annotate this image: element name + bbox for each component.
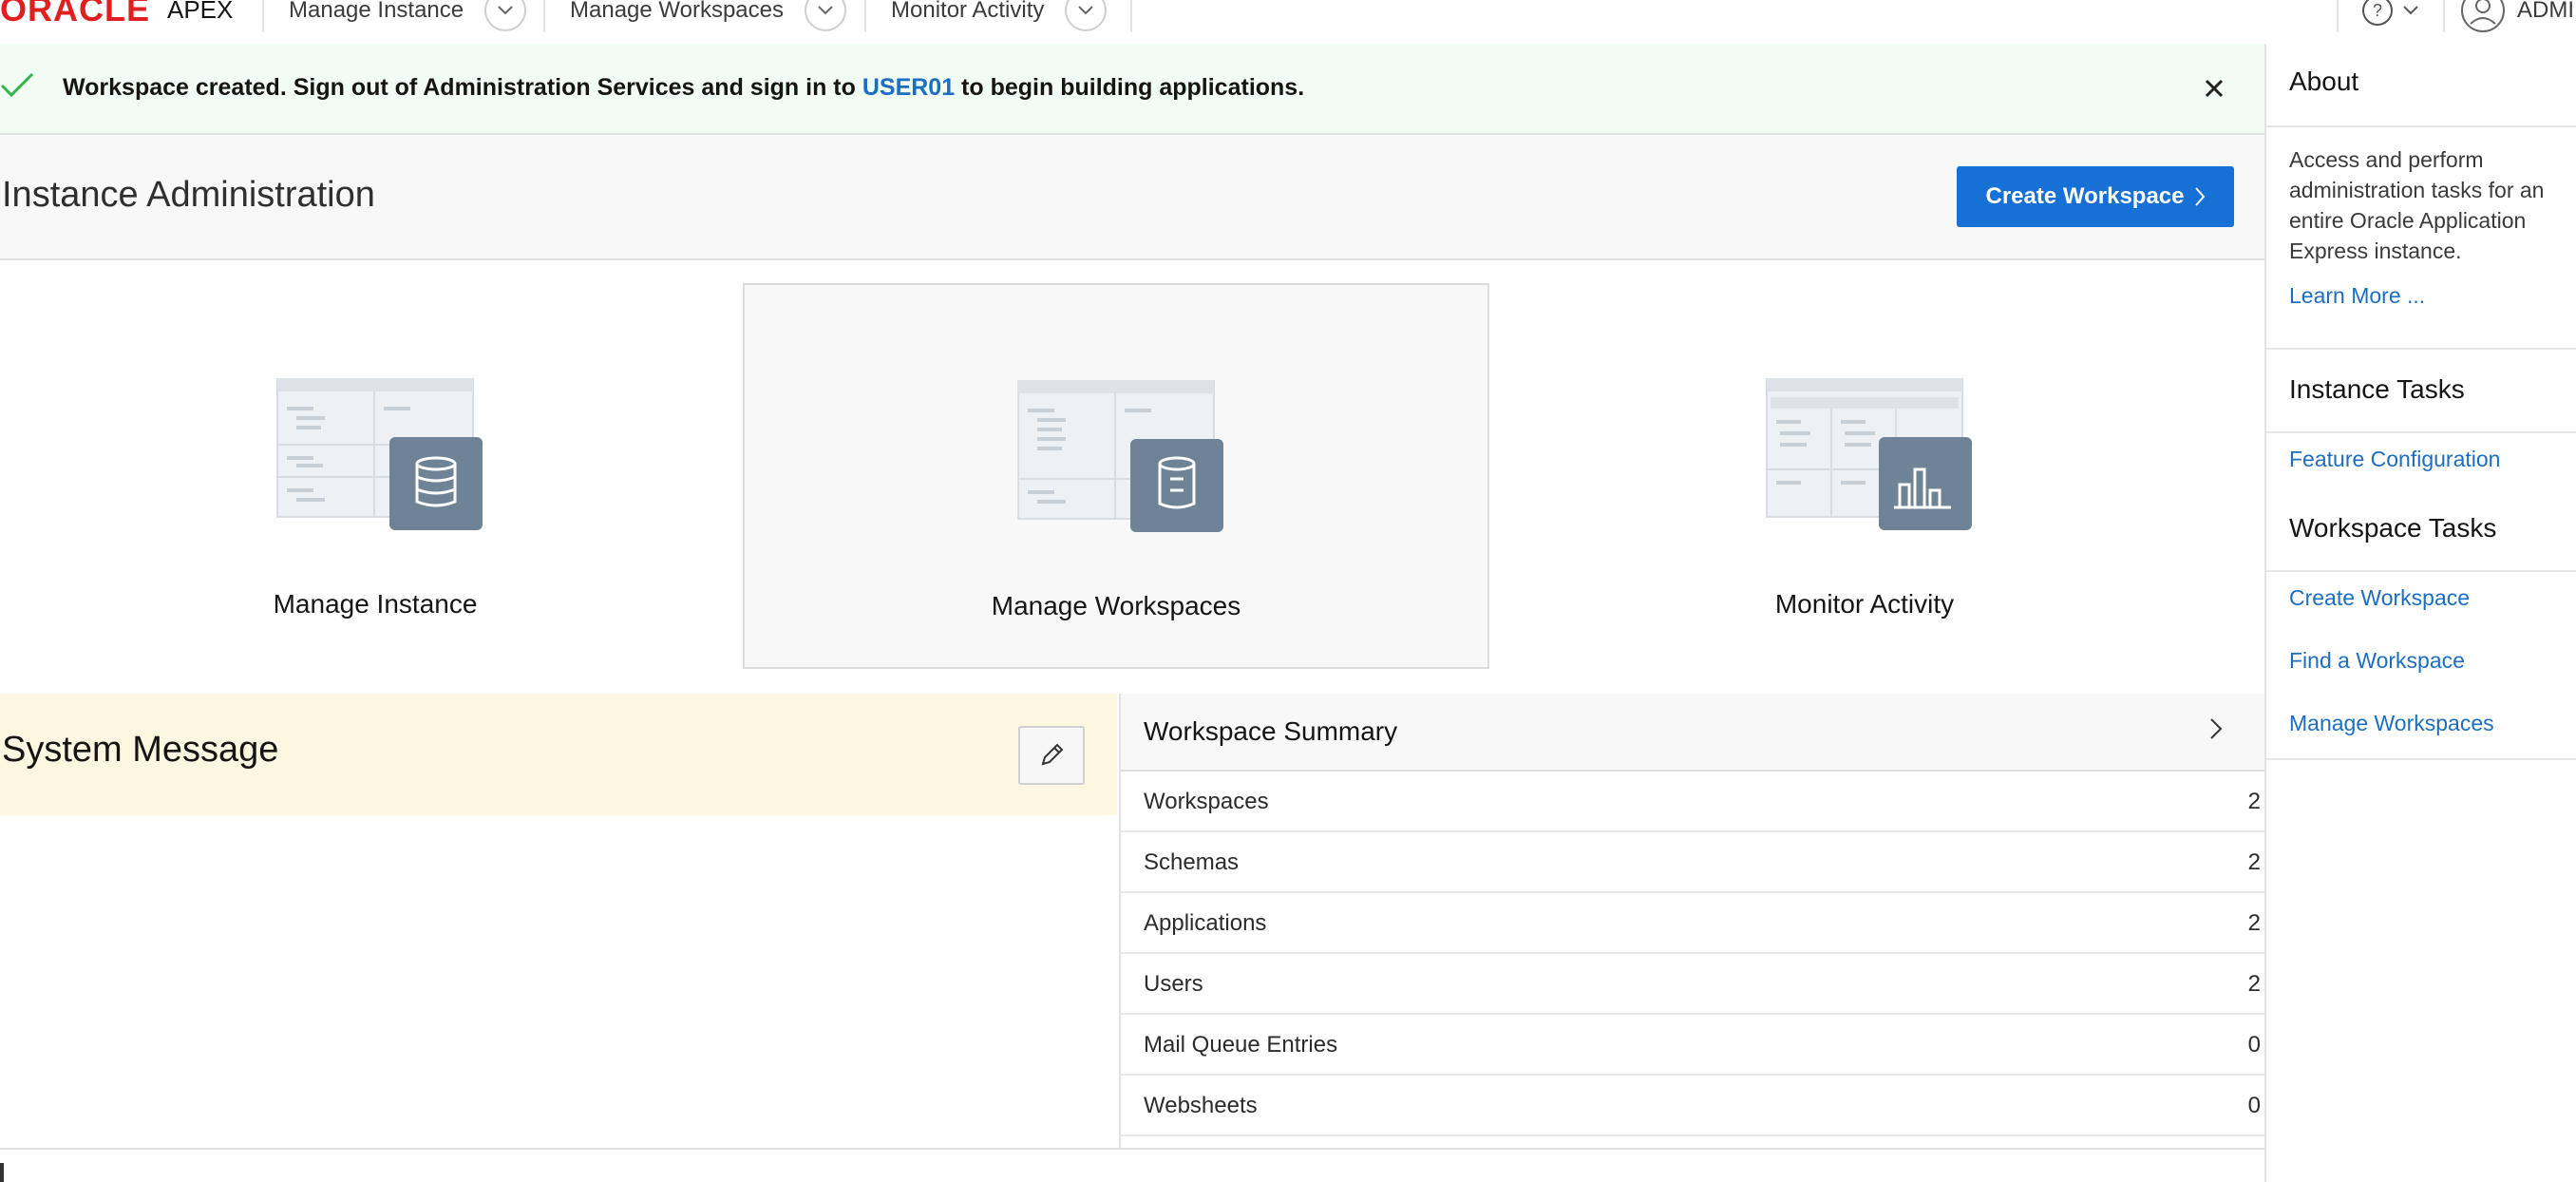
oracle-logo: ORACLE [0,0,150,29]
workspace-summary-header[interactable]: Workspace Summary [1121,694,2264,772]
chevron-down-icon[interactable] [484,0,527,31]
nav-manage-instance-label: Manage Instance [289,0,464,23]
nav-manage-workspaces-label: Manage Workspaces [570,0,784,23]
nav-divider [1130,0,1132,32]
system-message-region: System Message [0,694,1117,815]
chevron-down-icon[interactable] [805,0,846,31]
help-icon[interactable]: ? [2361,0,2394,27]
card-monitor-activity-label: Monitor Activity [1774,589,1955,619]
nav-manage-instance[interactable]: Manage Instance [262,0,545,32]
nav-monitor-activity[interactable]: Monitor Activity [864,0,1126,32]
summary-row-workspaces: Workspaces 2 [1121,772,2264,832]
region-divider [0,1148,2264,1150]
check-icon [0,72,34,98]
system-message-title: System Message [2,730,279,770]
about-title: About [2289,67,2359,96]
page-header: Instance Administration Create Workspace [0,135,2264,260]
sidebar-divider [2266,570,2576,572]
bar-chart-icon [1766,378,1972,530]
summary-row-schemas: Schemas 2 [1121,832,2264,893]
sidebar-divider [2266,125,2576,127]
instance-tasks-title: Instance Tasks [2289,374,2465,404]
manage-workspaces-link[interactable]: Manage Workspaces [2289,711,2494,736]
success-message: Workspace created. Sign out of Administr… [63,74,1305,101]
create-workspace-label: Create Workspace [1985,183,2185,209]
workspace-tasks-title: Workspace Tasks [2289,513,2497,543]
card-monitor-activity[interactable]: Monitor Activity [1491,283,2238,669]
success-alert: Workspace created. Sign out of Administr… [0,44,2264,135]
workspace-summary-region: Workspace Summary Workspaces 2 Schemas 2 A… [1119,694,2264,1148]
workspace-summary-list: Workspaces 2 Schemas 2 Applications 2 Users… [1121,772,2264,1136]
card-manage-workspaces-label: Manage Workspaces [991,591,1241,620]
summary-row-mail-queue: Mail Queue Entries 0 [1121,1015,2264,1076]
svg-text:?: ? [2373,1,2382,20]
workspace-link[interactable]: USER01 [862,74,955,101]
user-menu[interactable]: ADMI [2443,0,2576,32]
summary-row-applications: Applications 2 [1121,893,2264,954]
pencil-icon [1041,743,1064,766]
page-title: Instance Administration [2,175,375,215]
nav-monitor-activity-label: Monitor Activity [891,0,1045,23]
sidebar-divider [2266,758,2576,760]
apex-label: APEX [167,0,234,24]
card-manage-instance[interactable]: Manage Instance [2,283,748,669]
find-workspace-link[interactable]: Find a Workspace [2289,648,2465,674]
card-manage-instance-label: Manage Instance [273,589,478,619]
create-workspace-button[interactable]: Create Workspace [1957,166,2234,227]
sidebar-divider [2266,348,2576,350]
brand[interactable]: ORACLE APEX [0,0,233,29]
card-manage-workspaces[interactable]: Manage Workspaces [743,283,1489,669]
create-workspace-link[interactable]: Create Workspace [2289,585,2470,611]
feature-configuration-link[interactable]: Feature Configuration [2289,447,2500,472]
about-text: Access and perform administration tasks … [2289,147,2545,263]
chevron-down-icon [2403,6,2418,15]
workspace-db-icon [1017,380,1223,532]
chevron-down-icon[interactable] [1065,0,1108,31]
sidebar-divider [2266,431,2576,433]
database-icon [276,378,483,530]
chevron-right-icon [2194,187,2205,206]
workspace-summary-title: Workspace Summary [1144,716,1398,746]
user-name: ADMI [2517,0,2574,23]
close-icon[interactable] [2204,78,2225,99]
nav-manage-workspaces[interactable]: Manage Workspaces [543,0,865,32]
chevron-right-icon[interactable] [2209,716,2223,741]
summary-row-users: Users 2 [1121,954,2264,1015]
user-avatar-icon [2461,0,2505,32]
truncated-region-edge [0,1163,4,1182]
right-sidebar: About Access and perform administration … [2264,44,2576,1182]
edit-system-message-button[interactable] [1018,726,1085,785]
top-navigation-bar: ORACLE APEX Manage Instance Manage Works… [0,0,2576,46]
learn-more-link[interactable]: Learn More ... [2289,283,2425,309]
summary-row-websheets: Websheets 0 [1121,1076,2264,1136]
